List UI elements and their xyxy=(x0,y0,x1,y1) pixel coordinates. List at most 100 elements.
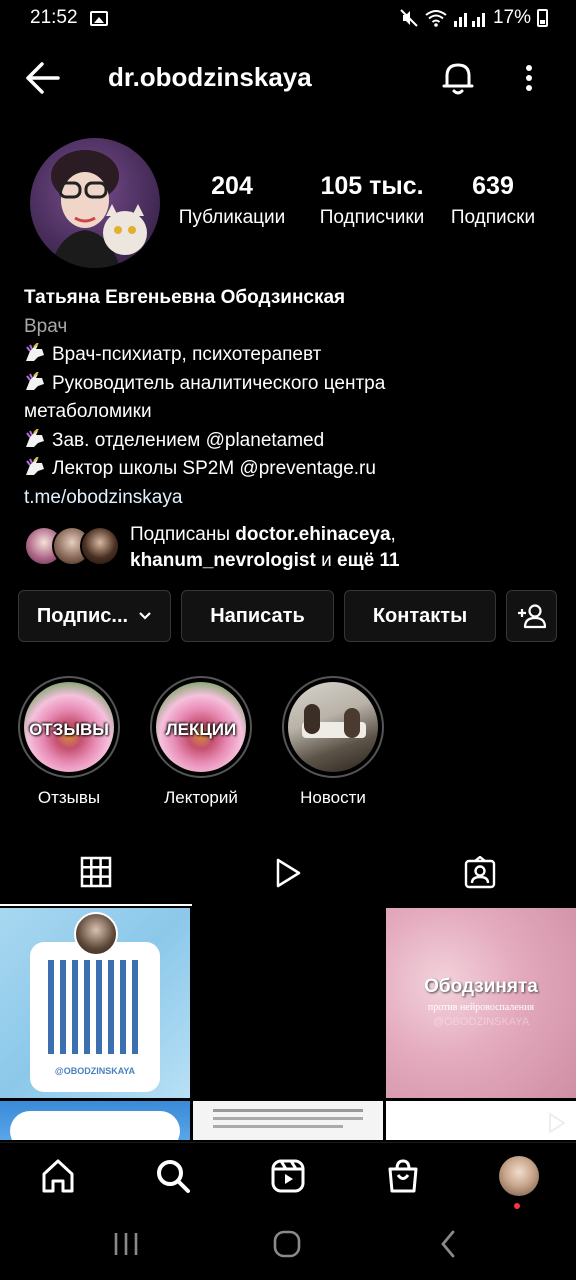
nav-reels[interactable] xyxy=(265,1153,311,1199)
more-options-button[interactable] xyxy=(514,58,544,98)
highlight-reviews[interactable]: ОТЗЫВЫ Отзывы xyxy=(14,676,124,808)
gallery-notification-icon xyxy=(89,10,108,26)
home-circle-icon xyxy=(273,1230,301,1258)
highlight-lectures[interactable]: ЛЕКЦИИ Лекторий xyxy=(146,676,256,808)
reels-icon xyxy=(271,1159,305,1193)
post-thumbnail[interactable] xyxy=(386,1101,576,1140)
qr-handle: @OBODZINSKAYA xyxy=(54,1066,136,1076)
bell-icon xyxy=(442,63,474,95)
nav-shop[interactable] xyxy=(380,1153,426,1199)
tab-posts-grid[interactable] xyxy=(0,840,192,906)
bottom-navigation xyxy=(0,1142,576,1209)
play-icon xyxy=(276,858,301,888)
posts-count[interactable]: 204 Публикации xyxy=(172,172,292,229)
add-user-icon xyxy=(517,604,546,629)
reel-icon xyxy=(549,1112,566,1134)
post-thumbnail[interactable] xyxy=(0,1101,190,1140)
profile-full-name: Татьяна Евгеньевна Ободзинская xyxy=(24,287,346,308)
qr-card: @OBODZINSKAYA xyxy=(30,942,160,1092)
followed-by-row[interactable]: Подписаны doctor.ehinaceya, khanum_nevro… xyxy=(24,522,554,572)
search-icon xyxy=(157,1160,190,1193)
follower-avatar xyxy=(80,526,120,566)
follower-username[interactable]: doctor.ehinaceya xyxy=(235,524,390,545)
profile-category: Врач xyxy=(24,315,68,337)
back-button[interactable] xyxy=(22,60,62,96)
unicorn-icon xyxy=(26,371,44,390)
system-back-button[interactable] xyxy=(428,1226,468,1262)
suggested-users-button[interactable] xyxy=(506,590,557,642)
post-title: Ободзинята xyxy=(424,976,538,997)
post-thumbnail[interactable]: @OBODZINSKAYA xyxy=(0,908,190,1098)
follower-username[interactable]: khanum_nevrologist xyxy=(130,550,316,571)
post-thumbnail[interactable] xyxy=(193,908,383,1098)
highlight-cover: ОТЗЫВЫ xyxy=(24,682,114,772)
followers-count-label: Подписчики xyxy=(319,207,425,228)
highlight-label: Лекторий xyxy=(164,788,238,807)
unicorn-icon xyxy=(26,343,44,361)
posts-grid: @OBODZINSKAYA Ободзинята против нейровос… xyxy=(0,908,576,1140)
followed-by-text: Подписаны doctor.ehinaceya, khanum_nevro… xyxy=(130,524,400,571)
signal-icon xyxy=(453,13,485,27)
status-time: 21:52 xyxy=(30,7,78,28)
home-button[interactable] xyxy=(267,1226,307,1262)
post-subtitle: против нейровоспаления xyxy=(427,1002,535,1013)
status-bar: 21:52 17% xyxy=(0,0,576,36)
profile-link[interactable]: t.me/obodzinskaya xyxy=(24,484,554,513)
battery-icon xyxy=(537,9,548,27)
contacts-button[interactable]: Контакты xyxy=(344,590,496,642)
story-highlights: ОТЗЫВЫ Отзывы ЛЕКЦИИ Лекторий Новости xyxy=(0,676,576,816)
grid-icon xyxy=(80,856,112,888)
bio-line: метаболомики xyxy=(24,401,152,422)
bio-line: Врач-психиатр, психотерапевт xyxy=(24,341,554,370)
mute-icon xyxy=(400,9,418,27)
post-watermark: @OBODZINSKAYA xyxy=(432,1016,530,1028)
message-button[interactable]: Написать xyxy=(181,590,334,642)
following-count-label: Подписки xyxy=(450,207,536,228)
following-count-value: 639 xyxy=(472,172,514,200)
post-avatar xyxy=(74,912,118,956)
posts-count-label: Публикации xyxy=(178,207,286,228)
profile-header: dr.obodzinskaya xyxy=(0,48,576,108)
wifi-icon xyxy=(425,10,447,27)
followers-count-value: 105 тыс. xyxy=(320,172,424,200)
bio-line: Зав. отделением @planetamed xyxy=(24,427,554,456)
arrow-left-icon xyxy=(26,62,60,94)
notifications-button[interactable] xyxy=(438,58,478,98)
tagged-user-icon xyxy=(464,856,496,889)
recent-apps-button[interactable] xyxy=(106,1226,146,1262)
followers-count[interactable]: 105 тыс. Подписчики xyxy=(312,172,432,229)
profile-tabs xyxy=(0,840,576,906)
profile-avatar[interactable] xyxy=(30,138,160,268)
shopping-bag-icon xyxy=(388,1159,418,1193)
tab-reels[interactable] xyxy=(192,840,384,906)
nav-home[interactable] xyxy=(35,1153,81,1199)
chevron-left-icon xyxy=(441,1230,455,1258)
unicorn-icon xyxy=(26,428,44,447)
chevron-down-icon xyxy=(139,612,151,620)
following-button[interactable]: Подпис... xyxy=(18,590,171,642)
posts-count-value: 204 xyxy=(211,172,253,200)
more-vertical-icon xyxy=(526,65,532,91)
following-count[interactable]: 639 Подписки xyxy=(433,172,553,229)
qr-code xyxy=(48,960,142,1054)
avatar-illustration xyxy=(50,150,147,268)
home-icon xyxy=(42,1159,74,1193)
profile-actions: Подпис... Написать Контакты xyxy=(18,590,558,642)
highlight-cover: ЛЕКЦИИ xyxy=(156,682,246,772)
battery-percent: 17% xyxy=(492,7,531,28)
post-thumbnail[interactable]: Ободзинята против нейровоспаления @OBODZ… xyxy=(386,908,576,1098)
highlight-label: Отзывы xyxy=(37,788,101,807)
more-followers[interactable]: ещё 11 xyxy=(337,550,400,571)
bio-line: Лектор школы SP2M @preventage.ru xyxy=(24,455,554,484)
highlight-news[interactable]: Новости xyxy=(278,676,388,808)
nav-profile[interactable] xyxy=(496,1153,542,1199)
nav-search[interactable] xyxy=(150,1153,196,1199)
tab-tagged[interactable] xyxy=(384,840,576,906)
post-thumbnail[interactable] xyxy=(193,1101,383,1140)
highlight-label: Новости xyxy=(300,788,366,807)
my-avatar xyxy=(499,1156,539,1196)
profile-bio: Татьяна Евгеньевна Ободзинская Врач Врач… xyxy=(24,284,554,512)
profile-username: dr.obodzinskaya xyxy=(108,62,312,92)
unicorn-icon xyxy=(26,457,44,475)
bio-line: Руководитель аналитического центра xyxy=(24,370,554,399)
